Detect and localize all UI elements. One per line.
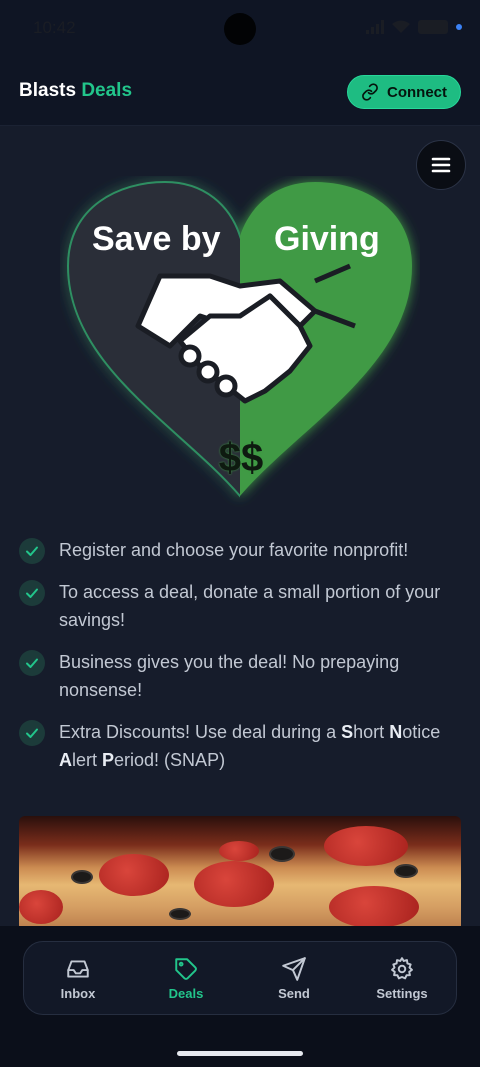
pepperoni — [194, 861, 274, 907]
olive — [269, 846, 295, 862]
check-icon — [19, 538, 45, 564]
nav-label: Deals — [168, 985, 204, 1001]
pepperoni — [219, 841, 259, 861]
nav-item-settings[interactable]: Settings — [348, 942, 456, 1014]
snap-text-part: hort — [353, 722, 390, 742]
snap-text-part: eriod! (SNAP) — [114, 750, 226, 770]
snap-initial: N — [389, 722, 403, 742]
check-icon — [19, 720, 45, 746]
nav-item-inbox[interactable]: Inbox — [24, 942, 132, 1014]
check-icon — [19, 580, 45, 606]
send-icon — [282, 956, 306, 981]
main-content[interactable]: Save by Giving $$ Register and choose yo… — [0, 126, 480, 926]
connect-label: Connect — [387, 83, 447, 101]
connect-button[interactable]: Connect — [347, 75, 461, 109]
hero-text-left: Save by — [92, 220, 221, 258]
hero-text-right: Giving — [274, 220, 380, 258]
feature-text-snap: Extra Discounts! Use deal during a Short… — [59, 718, 464, 774]
inbox-icon — [67, 959, 89, 978]
bottom-area: Inbox Deals Send Settings — [0, 926, 480, 1067]
home-indicator[interactable] — [177, 1051, 303, 1056]
snap-text-part: otice — [402, 722, 441, 742]
hamburger-icon — [431, 157, 451, 173]
hero-banner: Save by Giving $$ — [60, 176, 420, 511]
status-icons — [366, 20, 462, 34]
olive — [71, 870, 93, 884]
notification-dot — [456, 24, 462, 30]
status-bar: 10:42 — [0, 0, 480, 56]
nav-label: Inbox — [60, 985, 96, 1001]
check-icon — [19, 650, 45, 676]
tag-icon — [175, 957, 197, 980]
bottom-nav: Inbox Deals Send Settings — [23, 941, 457, 1015]
feature-text: Register and choose your favorite nonpro… — [59, 540, 409, 560]
olive — [394, 864, 418, 878]
pepperoni — [329, 886, 419, 926]
nav-item-deals[interactable]: Deals — [132, 942, 240, 1014]
list-item: Register and choose your favorite nonpro… — [19, 536, 464, 564]
snap-initial: P — [102, 750, 115, 770]
deal-card-image[interactable] — [19, 816, 461, 926]
pepperoni — [19, 890, 63, 924]
wifi-icon — [392, 20, 410, 33]
brand-accent: Deals — [81, 80, 133, 101]
snap-initial: S — [341, 722, 354, 742]
snap-text-part: Extra Discounts! Use deal during a — [59, 722, 342, 742]
snap-text-part: lert — [72, 750, 103, 770]
pepperoni — [324, 826, 408, 866]
gear-icon — [391, 956, 413, 979]
list-item: Extra Discounts! Use deal during a Short… — [19, 718, 464, 774]
battery-icon — [418, 20, 448, 34]
app-title: Blasts Deals — [19, 80, 132, 102]
menu-button[interactable] — [416, 140, 466, 190]
feature-text: To access a deal, donate a small portion… — [59, 582, 441, 630]
nav-label: Settings — [376, 985, 428, 1001]
snap-initial: A — [59, 750, 72, 770]
pepperoni — [99, 854, 169, 896]
nav-label: Send — [278, 985, 310, 1001]
list-item: To access a deal, donate a small portion… — [19, 578, 464, 634]
dollar-badge: $$ — [206, 428, 276, 488]
dollar-symbols: $$ — [218, 435, 264, 480]
status-time: 10:42 — [33, 18, 76, 37]
list-item: Business gives you the deal! No prepayin… — [19, 648, 464, 704]
nav-item-send[interactable]: Send — [240, 942, 348, 1014]
features-list: Register and choose your favorite nonpro… — [19, 536, 464, 788]
olive — [169, 908, 191, 920]
link-icon — [362, 83, 378, 101]
camera-cutout — [224, 13, 256, 45]
brand-primary: Blasts — [19, 80, 77, 101]
app-header: Blasts Deals Connect — [0, 56, 480, 126]
signal-icon — [366, 20, 384, 34]
feature-text: Business gives you the deal! No prepayin… — [59, 652, 400, 700]
